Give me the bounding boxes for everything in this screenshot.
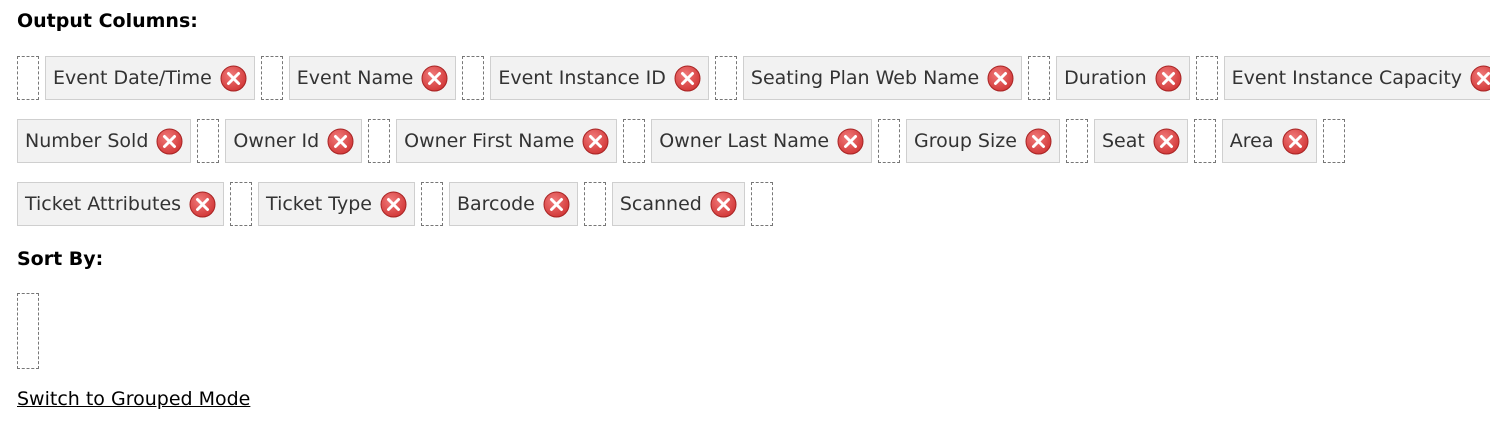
column-chip-owner-id[interactable]: Owner Id	[225, 119, 363, 163]
drop-slot[interactable]	[1195, 56, 1218, 100]
output-columns-row: Ticket Attributes Ticket Type Barcode Sc…	[17, 182, 779, 226]
remove-column-icon[interactable]	[1025, 128, 1052, 155]
drop-slot[interactable]	[260, 56, 283, 100]
column-chip-label: Owner Id	[233, 129, 320, 152]
remove-column-icon[interactable]	[582, 128, 609, 155]
drop-slot[interactable]	[420, 182, 443, 226]
remove-column-icon[interactable]	[710, 191, 737, 218]
column-chip-label: Event Instance ID	[498, 66, 666, 89]
column-chip-label: Event Name	[296, 66, 414, 89]
drop-slot[interactable]	[1028, 56, 1051, 100]
column-chip-scanned[interactable]: Scanned	[611, 182, 745, 226]
drop-slot[interactable]	[230, 182, 253, 226]
column-chip-area[interactable]: Area	[1221, 119, 1317, 163]
output-columns-row: Event Date/Time Event Name Event Instanc…	[17, 56, 1490, 100]
remove-column-icon[interactable]	[1282, 128, 1309, 155]
column-chip-seat[interactable]: Seat	[1093, 119, 1188, 163]
column-chip-label: Scanned	[619, 192, 702, 215]
remove-column-icon[interactable]	[1470, 65, 1490, 92]
drop-slot[interactable]	[462, 56, 485, 100]
drop-slot[interactable]	[583, 182, 606, 226]
column-chip-event-date-time[interactable]: Event Date/Time	[45, 56, 255, 100]
remove-column-icon[interactable]	[156, 128, 183, 155]
drop-slot[interactable]	[714, 56, 737, 100]
remove-column-icon[interactable]	[220, 65, 247, 92]
drop-slot[interactable]	[878, 119, 901, 163]
column-chip-owner-first-name[interactable]: Owner First Name	[396, 119, 618, 163]
column-chip-ticket-type[interactable]: Ticket Type	[258, 182, 415, 226]
remove-column-icon[interactable]	[189, 191, 216, 218]
column-chip-label: Ticket Type	[266, 192, 372, 215]
drop-slot[interactable]	[750, 182, 773, 226]
remove-column-icon[interactable]	[421, 65, 448, 92]
column-chip-label: Seat	[1101, 129, 1145, 152]
column-chip-event-instance-capacity[interactable]: Event Instance Capacity	[1223, 56, 1490, 100]
remove-column-icon[interactable]	[1153, 128, 1180, 155]
drop-slot[interactable]	[1065, 119, 1088, 163]
column-chip-label: Seating Plan Web Name	[750, 66, 980, 89]
sort-by-heading: Sort By:	[17, 248, 104, 270]
column-chip-owner-last-name[interactable]: Owner Last Name	[651, 119, 873, 163]
remove-column-icon[interactable]	[837, 128, 864, 155]
column-chip-label: Ticket Attributes	[25, 192, 182, 215]
column-chip-label: Number Sold	[25, 129, 149, 152]
remove-column-icon[interactable]	[543, 191, 570, 218]
column-chip-label: Owner Last Name	[659, 129, 830, 152]
column-chip-duration[interactable]: Duration	[1056, 56, 1190, 100]
column-chip-ticket-attributes[interactable]: Ticket Attributes	[17, 182, 225, 226]
drop-slot[interactable]	[17, 56, 39, 100]
column-chip-barcode[interactable]: Barcode	[448, 182, 578, 226]
column-chip-label: Event Date/Time	[53, 66, 212, 89]
drop-slot[interactable]	[368, 119, 391, 163]
column-chip-label: Event Instance Capacity	[1231, 66, 1463, 89]
column-chip-event-instance-id[interactable]: Event Instance ID	[490, 56, 709, 100]
remove-column-icon[interactable]	[987, 65, 1014, 92]
switch-to-grouped-mode-link[interactable]: Switch to Grouped Mode	[17, 388, 250, 410]
column-chip-label: Owner First Name	[404, 129, 575, 152]
drop-slot[interactable]	[1193, 119, 1216, 163]
drop-slot[interactable]	[623, 119, 646, 163]
column-chip-label: Barcode	[456, 192, 535, 215]
drop-slot[interactable]	[1322, 119, 1345, 163]
output-columns-row: Number Sold Owner Id Owner First Name Ow…	[17, 119, 1351, 163]
sort-by-drop-area[interactable]	[17, 293, 39, 369]
remove-column-icon[interactable]	[674, 65, 701, 92]
drop-slot[interactable]	[197, 119, 220, 163]
column-chip-seating-plan-web-name[interactable]: Seating Plan Web Name	[742, 56, 1023, 100]
column-chip-label: Area	[1229, 129, 1274, 152]
remove-column-icon[interactable]	[380, 191, 407, 218]
column-chip-label: Duration	[1064, 66, 1147, 89]
column-chip-group-size[interactable]: Group Size	[906, 119, 1060, 163]
remove-column-icon[interactable]	[1155, 65, 1182, 92]
output-columns-heading: Output Columns:	[17, 10, 198, 32]
remove-column-icon[interactable]	[327, 128, 354, 155]
column-chip-label: Group Size	[914, 129, 1017, 152]
column-chip-event-name[interactable]: Event Name	[288, 56, 457, 100]
column-chip-number-sold[interactable]: Number Sold	[17, 119, 192, 163]
